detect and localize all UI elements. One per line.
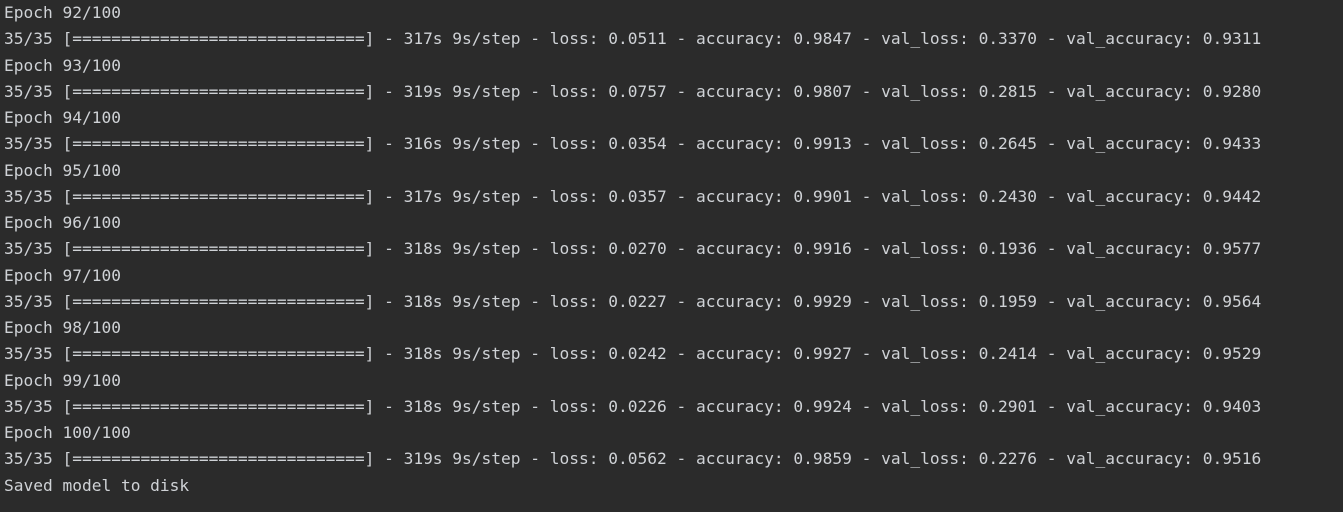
console-line-progress: 35/35 [==============================] -…	[4, 29, 1262, 49]
console-line-epoch: Epoch 97/100	[4, 265, 121, 285]
console-line-progress: 35/35 [==============================] -…	[4, 239, 1262, 259]
console-line-epoch: Epoch 98/100	[4, 318, 121, 337]
console-line-status: Saved model to disk	[4, 475, 190, 495]
console-line-epoch: Epoch 94/100	[4, 108, 121, 127]
console-line-progress: 35/35 [==============================] -…	[4, 344, 1262, 364]
console-line-progress: 35/35 [==============================] -…	[4, 291, 1262, 311]
console-line-epoch: Epoch 92/100	[4, 3, 121, 22]
console-line-epoch: Epoch 95/100	[4, 160, 121, 180]
console-line-progress: 35/35 [==============================] -…	[4, 81, 1262, 101]
console-output[interactable]: Epoch 92/100 35/35 [====================…	[0, 0, 1343, 512]
console-line-progress: 35/35 [==============================] -…	[4, 134, 1262, 154]
console-line-epoch: Epoch 96/100	[4, 213, 121, 232]
console-line-progress: 35/35 [==============================] -…	[4, 449, 1262, 469]
console-line-epoch: Epoch 93/100	[4, 55, 121, 75]
console-line-epoch: Epoch 100/100	[4, 423, 131, 442]
console-line-progress: 35/35 [==============================] -…	[4, 396, 1262, 416]
console-line-progress: 35/35 [==============================] -…	[4, 186, 1262, 206]
console-line-epoch: Epoch 99/100	[4, 370, 121, 390]
